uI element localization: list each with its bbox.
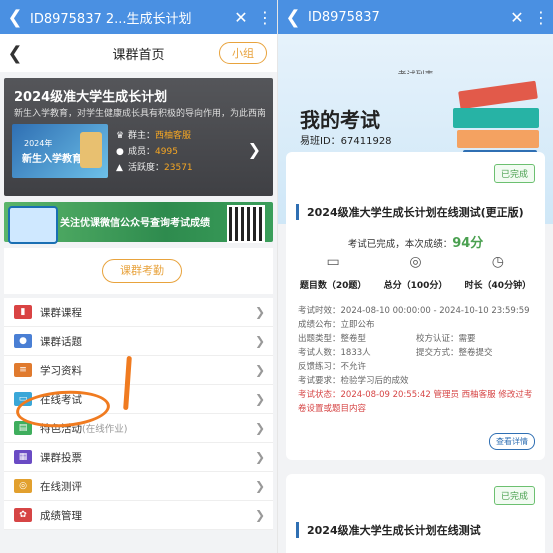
fire-icon: ▲ [116, 163, 123, 173]
status-badge: 已完成 [493, 164, 535, 183]
exam-card[interactable]: 已完成 2024级准大学生成长计划在线测试 [286, 474, 545, 553]
title-bar: ❮ ID8975837 2...生成长计划 ✕ ⋮ [0, 0, 277, 34]
qr-code-icon [227, 205, 265, 243]
thumbnail-year: 2024年 [24, 139, 53, 148]
attendance-button[interactable]: 课群考勤 [102, 259, 182, 283]
chevron-right-icon: ❯ [255, 421, 266, 435]
metric-label: 总分（100分） [383, 281, 448, 291]
coins-icon: ◎ [409, 254, 422, 270]
feedback-practice: 反馈练习：不允许 [298, 362, 367, 372]
banner-description: 新生入学教育，对学生健康成长具有积极的导向作用，为此西南... [14, 109, 265, 119]
page-header: ❮ 课群首页 小组 [0, 34, 277, 72]
view-details-button[interactable]: 查看详情 [489, 433, 535, 450]
group-button[interactable]: 小组 [219, 42, 267, 64]
my-exams-title: 我的考试 [300, 108, 380, 132]
doc-icon: ▭ [326, 254, 340, 270]
menu-item-label: 学习资料 [40, 364, 82, 377]
banner-thumbnail: 2024年 新生入学教育 [12, 124, 108, 178]
chevron-right-icon[interactable]: ❯ [248, 140, 261, 159]
chevron-right-icon: ❯ [255, 508, 266, 522]
exam-requirement: 考试要求：检验学习后的成效 [298, 376, 409, 386]
thumbnail-title: 新生入学教育 [22, 154, 82, 165]
menu-item-label: 在线测评 [40, 480, 82, 493]
school-auth: 校方认证：需要 [416, 334, 476, 344]
banner-title: 2024级准大学生成长计划 [14, 90, 168, 105]
menu-item[interactable]: ▦ 课群投票 ❯ [4, 443, 273, 472]
ribbon-icon: ✿ [14, 508, 32, 522]
metric-label: 题目数（20题） [299, 281, 367, 291]
owner-value: 西柚客服 [155, 131, 192, 141]
phone-icon [8, 206, 58, 244]
menu-item-label: 课群课程 [40, 306, 82, 319]
exam-metric: ▭ 题目数（20题） [292, 254, 374, 291]
menu-item[interactable]: ▮ 课群课程 ❯ [4, 298, 273, 327]
banner-stats: ♛ 群主：西柚客服 ● 成员：4995 ▲ 活跃度：23571 [116, 128, 193, 176]
vote-icon: ▦ [14, 450, 32, 464]
window-title: ID8975837 2...生成长计划 [30, 11, 192, 27]
thumbnail-illustration [80, 132, 102, 168]
menu-item[interactable]: ✿ 成绩管理 ❯ [4, 501, 273, 530]
exam-score: 94分 [452, 236, 484, 251]
chevron-right-icon: ❯ [255, 450, 266, 464]
metric-label: 时长（40分钟） [464, 281, 532, 291]
status-badge: 已完成 [493, 486, 535, 505]
close-icon[interactable]: ✕ [505, 8, 529, 27]
exam-status: 考试状态：2024-08-09 20:55:42 管理员 西柚客服 修改过考卷设… [298, 390, 533, 414]
chevron-right-icon: ❯ [255, 334, 266, 348]
ad-banner[interactable]: 关注优课微信公众号查询考试成绩 [4, 202, 273, 244]
menu-item-label: 成绩管理 [40, 509, 82, 522]
score-publish: 成绩公布：立即公布 [298, 320, 375, 330]
clock-icon: ◷ [491, 254, 504, 270]
crown-icon: ♛ [116, 131, 125, 141]
close-icon[interactable]: ✕ [229, 8, 253, 27]
members-icon: ● [116, 147, 124, 157]
files-icon: ≡ [14, 363, 32, 377]
back-icon[interactable]: ❮ [278, 7, 308, 28]
exam-card[interactable]: 已完成 2024级准大学生成长计划在线测试(更正版) 考试已完成，本次成绩：94… [286, 152, 545, 460]
chevron-right-icon: ❯ [255, 363, 266, 377]
title-bar: ❮ ID8975837 ✕ ⋮ [278, 0, 553, 34]
chevron-right-icon: ❯ [255, 392, 266, 406]
exam-metric: ◎ 总分（100分） [374, 254, 456, 291]
chevron-right-icon: ❯ [255, 479, 266, 493]
back-arrow-icon[interactable]: ❮ [0, 43, 30, 64]
activity-value: 23571 [164, 163, 193, 173]
ad-text: 关注优课微信公众号查询考试成绩 [60, 218, 210, 229]
course-banner[interactable]: 2024级准大学生成长计划 新生入学教育，对学生健康成长具有积极的导向作用，为此… [4, 78, 273, 196]
chat-icon: ● [14, 334, 32, 348]
submit-method: 提交方式：整卷提交 [416, 348, 493, 358]
chevron-right-icon: ❯ [255, 305, 266, 319]
question-type: 出题类型：整卷型 [298, 334, 367, 344]
back-icon[interactable]: ❮ [0, 7, 30, 28]
exam-metrics: ▭ 题目数（20题） ◎ 总分（100分） ◷ 时长（40分钟） [292, 254, 539, 291]
exam-title: 2024级准大学生成长计划在线测试 [296, 522, 537, 538]
course-icon: ▮ [14, 305, 32, 319]
menu-item-label: 课群话题 [40, 335, 82, 348]
menu-item[interactable]: ● 课群话题 ❯ [4, 327, 273, 356]
more-menu-icon[interactable]: ⋮ [253, 8, 277, 27]
exam-metric: ◷ 时长（40分钟） [457, 254, 539, 291]
exam-title: 2024级准大学生成长计划在线测试(更正版) [296, 204, 537, 220]
left-screen: ❮ ID8975837 2...生成长计划 ✕ ⋮ ❮ 课群首页 小组 2024… [0, 0, 277, 553]
more-menu-icon[interactable]: ⋮ [529, 8, 553, 27]
yiban-id: 易班ID：67411928 [300, 136, 392, 147]
target-icon: ◎ [14, 479, 32, 493]
exam-result: 考试已完成，本次成绩：94分 [347, 236, 484, 251]
right-screen: ❮ ID8975837 ✕ ⋮ 考试列表 我的考试 易班ID：67411928 … [278, 0, 553, 553]
exam-details: 考试时效：2024-08-10 00:00:00 - 2024-10-10 23… [298, 304, 537, 416]
menu-item-sublabel: (在线作业) [82, 423, 128, 435]
exam-time: 考试时效：2024-08-10 00:00:00 - 2024-10-10 23… [298, 306, 530, 316]
members-value: 4995 [155, 147, 178, 157]
exam-people: 考试人数：1833人 [298, 348, 371, 358]
exam-list-header: 考试列表 [278, 68, 553, 74]
menu-item[interactable]: ≡ 学习资料 ❯ [4, 356, 273, 385]
menu-item[interactable]: ◎ 在线测评 ❯ [4, 472, 273, 501]
window-title: ID8975837 [308, 9, 380, 25]
attendance-area: 课群考勤 [4, 248, 273, 294]
menu-item-label: 课群投票 [40, 451, 82, 464]
